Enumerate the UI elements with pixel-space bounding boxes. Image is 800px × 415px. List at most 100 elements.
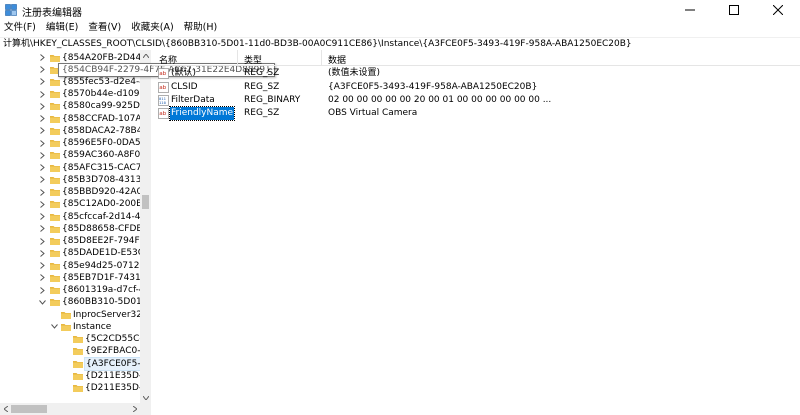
value-row[interactable]: ab CLSID REG_SZ {A3FCE0F5-3493-419F-958A… — [152, 81, 800, 94]
expand-chevron-right-icon[interactable] — [38, 272, 46, 284]
expand-chevron-right-icon[interactable] — [38, 198, 46, 210]
column-header-data[interactable]: 数据 — [328, 53, 346, 66]
tree-item-label: {85D88658-CFDB-4 — [62, 223, 151, 234]
expand-chevron-right-icon[interactable] — [38, 260, 46, 272]
folder-icon — [50, 274, 60, 282]
expand-chevron-down-icon[interactable] — [50, 321, 58, 333]
folder-icon — [50, 102, 60, 111]
tree-vertical-scrollbar[interactable] — [140, 50, 150, 403]
expand-chevron-right-icon[interactable] — [38, 100, 46, 112]
list-header: 名称 类型 数据 — [152, 50, 800, 66]
svg-text:110: 110 — [159, 100, 167, 105]
tree-item[interactable]: {85D8EE2F-794F-41 — [0, 235, 150, 247]
menu-favorites[interactable]: 收藏夹(A) — [126, 20, 178, 36]
column-header-name[interactable]: 名称 — [159, 53, 177, 66]
tree-item-label: InprocServer32 — [73, 309, 142, 320]
value-data: OBS Virtual Camera — [328, 108, 418, 118]
column-divider[interactable] — [237, 50, 238, 66]
chevron-up-icon — [142, 53, 149, 58]
scroll-right-arrow[interactable] — [129, 403, 140, 414]
tree-item[interactable]: {D211E35D-1E — [0, 382, 150, 394]
tree-item[interactable]: {85BBD920-42A0-1 — [0, 186, 150, 198]
tree-item-label: {85DADE1D-E53C-4 — [62, 248, 151, 259]
tree-horizontal-scrollbar[interactable] — [0, 403, 140, 415]
value-type: REG_SZ — [244, 108, 280, 118]
tree-item[interactable]: {8601319a-d7cf-40 — [0, 284, 150, 296]
string-value-icon: ab — [158, 68, 169, 79]
folder-icon — [50, 176, 60, 184]
expand-chevron-right-icon[interactable] — [38, 235, 46, 247]
close-button[interactable] — [756, 0, 800, 20]
tree-item[interactable]: {9E2FBAC0-C! — [0, 345, 150, 357]
menu-file[interactable]: 文件(F) — [0, 20, 41, 36]
tree-item[interactable]: {85EB7D1F-7431-3f — [0, 272, 150, 284]
menu-view[interactable]: 查看(V) — [83, 20, 126, 36]
tree-item[interactable]: {858CCFAD-107A-4 — [0, 113, 150, 125]
tree-item-label: {854A20FB-2D44-4 — [62, 52, 151, 63]
tree-item[interactable]: {85D88658-CFDB-4 — [0, 223, 150, 235]
value-name: (默认) — [171, 68, 197, 78]
scroll-up-arrow[interactable] — [140, 50, 150, 61]
folder-icon — [50, 213, 60, 221]
value-row[interactable]: 011 110 FilterData REG_BINARY 02 00 00 00… — [152, 94, 800, 107]
tree-item[interactable]: {85AFC315-CAC7-4 — [0, 162, 150, 174]
expand-chevron-right-icon[interactable] — [38, 211, 46, 223]
tree-item[interactable]: {855fec53-d2e4-49 — [0, 76, 150, 88]
tree-item[interactable]: {85DADE1D-E53C-4 — [0, 247, 150, 259]
expand-chevron-right-icon[interactable] — [38, 64, 46, 76]
tree-item[interactable]: {8596E5F0-0DA5-1 — [0, 137, 150, 149]
expand-chevron-right-icon[interactable] — [38, 125, 46, 137]
tree-item[interactable]: {85e94d25-0712-4 — [0, 260, 148, 272]
expand-chevron-down-icon[interactable] — [38, 296, 46, 308]
tree-item[interactable]: Instance — [0, 321, 140, 333]
expand-chevron-right-icon[interactable] — [38, 52, 46, 64]
tree-item[interactable]: {85B3D708-4313-4 — [0, 174, 150, 186]
expand-chevron-right-icon[interactable] — [38, 186, 46, 198]
expand-chevron-right-icon[interactable] — [38, 174, 46, 186]
tree-vertical-scroll-thumb[interactable] — [142, 195, 149, 209]
tree-item-selected[interactable]: {A3FCE0F5-34 — [0, 356, 150, 371]
tree-horizontal-scroll-thumb[interactable] — [11, 405, 47, 413]
column-divider[interactable] — [321, 50, 322, 66]
value-list[interactable]: 名称 类型 数据 ab (默认) REG_SZ (数值未设置) ab CLSID… — [152, 50, 800, 415]
tree-item[interactable]: {858DACA2-78B4-4 — [0, 125, 150, 137]
menu-help[interactable]: 帮助(H) — [179, 20, 223, 36]
expand-chevron-right-icon[interactable] — [38, 88, 46, 100]
expand-chevron-right-icon[interactable] — [38, 137, 46, 149]
value-row[interactable]: ab (默认) REG_SZ (数值未设置) — [152, 67, 800, 80]
tree-item[interactable]: {8570b44e-d109-4 — [0, 88, 148, 100]
tree-item[interactable]: {860BB310-5D01-1 — [0, 296, 150, 308]
tree-item[interactable]: InprocServer32 — [0, 309, 142, 321]
expand-chevron-right-icon[interactable] — [38, 113, 46, 125]
tree-item[interactable]: {8580ca99-925D-4! — [0, 100, 150, 112]
menu-bar: 文件(F) 编辑(E) 查看(V) 收藏夹(A) 帮助(H) — [0, 20, 800, 36]
value-name: FriendlyName — [168, 106, 236, 121]
expand-chevron-right-icon[interactable] — [38, 162, 46, 174]
minimize-button[interactable] — [668, 0, 712, 20]
tree-item-label: {8580ca99-925D-4! — [62, 101, 151, 112]
tree-item-label: {5C2CD55C-9 — [85, 334, 149, 345]
scroll-left-arrow[interactable] — [0, 403, 11, 414]
expand-chevron-right-icon[interactable] — [38, 149, 46, 161]
folder-icon — [50, 298, 60, 307]
menu-edit[interactable]: 编辑(E) — [41, 20, 83, 36]
tree-item[interactable]: {854A20FB-2D44-4 — [0, 52, 150, 64]
key-tree[interactable]: {854A20FB-2D44-4{854CB94F-2279-4F7F-AC62… — [0, 50, 151, 415]
folder-icon — [50, 151, 60, 160]
expand-chevron-right-icon[interactable] — [38, 223, 46, 235]
maximize-button[interactable] — [712, 0, 756, 20]
tree-item-label: {858DACA2-78B4-4 — [62, 125, 151, 136]
tree-item[interactable]: {D211E35D-1E — [0, 370, 150, 382]
tree-item[interactable]: {5C2CD55C-9 — [0, 333, 148, 345]
tree-item[interactable]: {85cfccaf-2d14-42t — [0, 211, 150, 223]
expand-chevron-right-icon[interactable] — [38, 284, 46, 296]
tree-item[interactable]: {859AC360-A8F0-4 — [0, 149, 149, 161]
expand-chevron-right-icon[interactable] — [38, 76, 46, 88]
expand-chevron-right-icon[interactable] — [38, 247, 46, 259]
tree-item[interactable]: {85C12AD0-200B-4 — [0, 198, 150, 210]
folder-icon — [50, 139, 60, 148]
scroll-down-arrow[interactable] — [140, 392, 150, 403]
address-bar[interactable]: 计算机\HKEY_CLASSES_ROOT\CLSID\{860BB310-5D… — [0, 37, 800, 50]
value-row-selected[interactable]: ab FriendlyName REG_SZ OBS Virtual Camer… — [152, 106, 800, 121]
column-header-type[interactable]: 类型 — [244, 53, 262, 66]
